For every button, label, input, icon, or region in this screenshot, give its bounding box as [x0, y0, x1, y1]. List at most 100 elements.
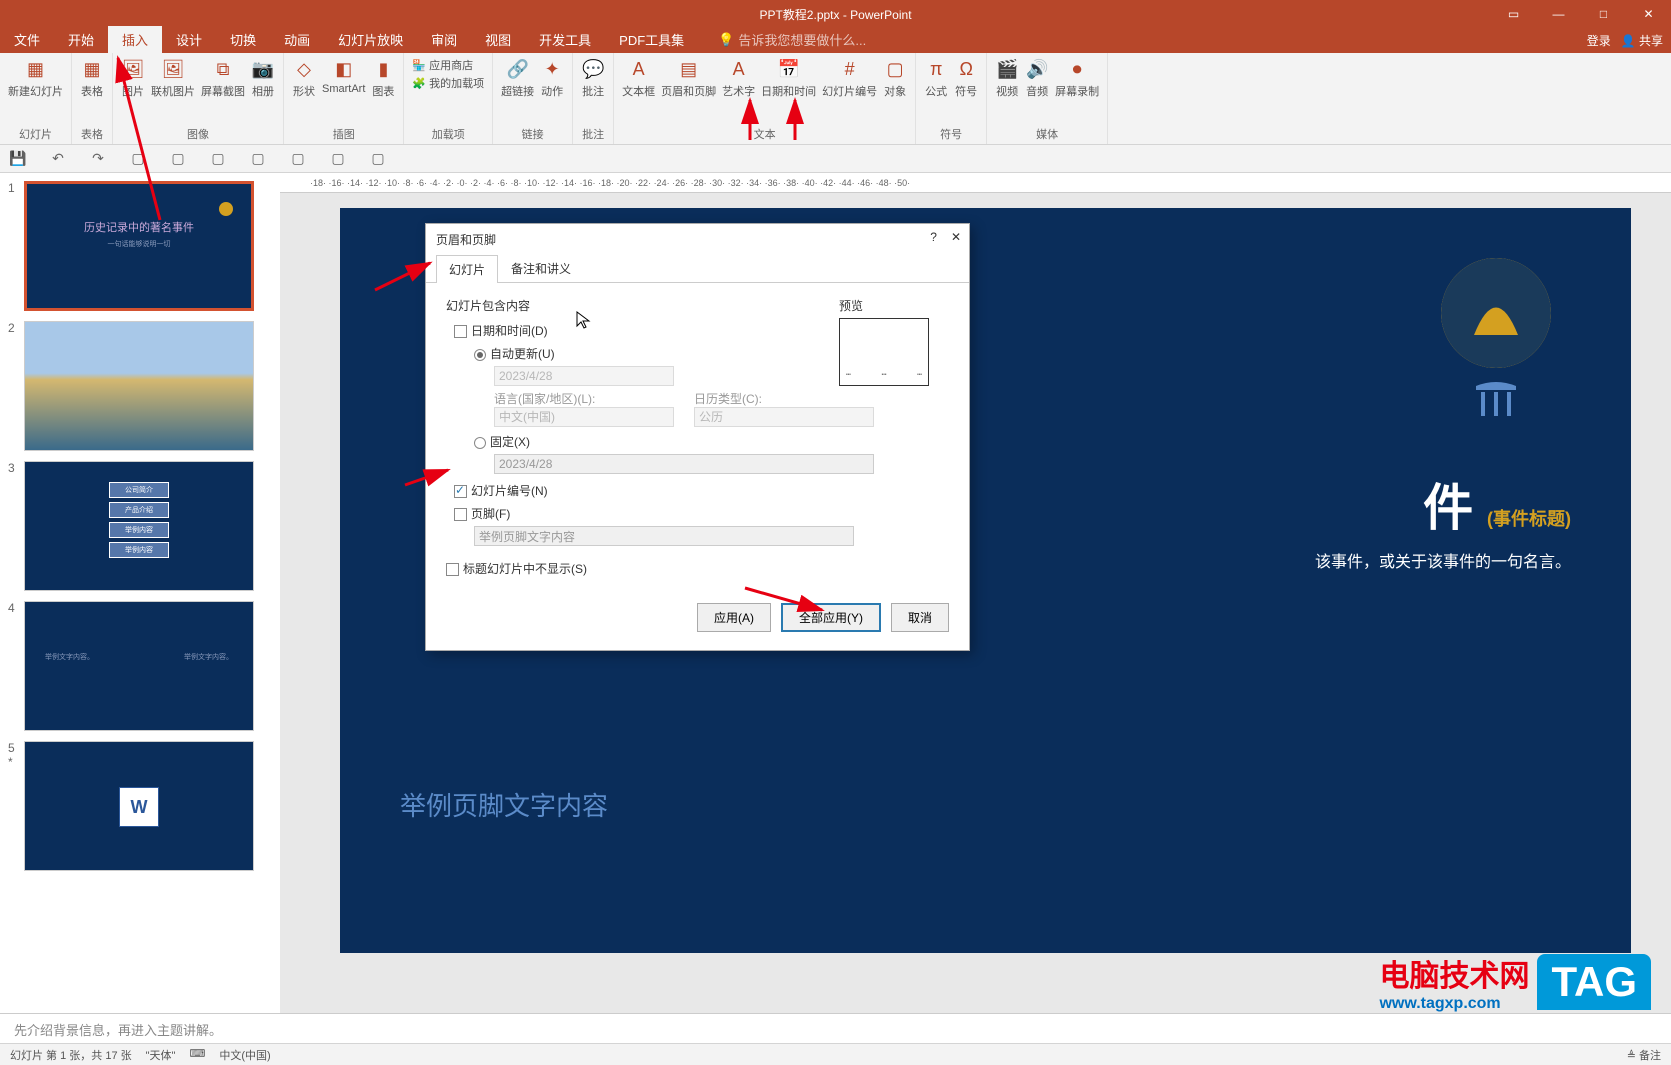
tab-animation[interactable]: 动画	[270, 26, 324, 53]
object-button[interactable]: ▢对象	[883, 57, 907, 99]
slide-panel[interactable]: 1 历史记录中的著名事件 一句话能够说明一切 2 3 公司简介 产品介绍 举例内…	[0, 173, 280, 1013]
undo-icon[interactable]: ↶	[48, 149, 68, 169]
dialog-close-icon[interactable]: ✕	[951, 230, 961, 244]
save-icon[interactable]: 💾	[8, 149, 28, 169]
qat-icon-9[interactable]: ▢	[328, 149, 348, 169]
login-button[interactable]: 登录	[1587, 32, 1611, 49]
pillar-icon	[1471, 378, 1521, 428]
online-picture-icon: 🖼	[161, 57, 185, 81]
dialog-preview-frame: ┅┅┅	[839, 318, 929, 386]
qat-icon-5[interactable]: ▢	[168, 149, 188, 169]
symbol-button[interactable]: Ω符号	[954, 57, 978, 99]
album-button[interactable]: 📷相册	[251, 57, 275, 99]
group-label-media: 媒体	[1036, 126, 1058, 142]
slide-number-checkbox[interactable]: 幻灯片编号(N)	[454, 484, 548, 498]
close-icon[interactable]: ✕	[1626, 0, 1671, 28]
fixed-radio[interactable]: 固定(X)	[474, 435, 530, 449]
online-picture-button[interactable]: 🖼联机图片	[151, 57, 195, 99]
thumb-row-4[interactable]: 4 举例文字内容。 举例文字内容。	[8, 601, 272, 731]
ribbon-group-symbols: π公式 Ω符号 符号	[916, 53, 987, 144]
notes-toggle[interactable]: ≜ 备注	[1627, 1047, 1661, 1063]
dialog-body: 幻灯片包含内容 预览 ┅┅┅ 日期和时间(D) 自动更新(U) 2023/4/2…	[426, 283, 969, 591]
auto-update-radio[interactable]: 自动更新(U)	[474, 347, 555, 361]
table-button[interactable]: ▦表格	[80, 57, 104, 99]
group-label-symbols: 符号	[940, 126, 962, 142]
thumb-3[interactable]: 公司简介 产品介绍 举例内容 举例内容	[24, 461, 254, 591]
tell-me[interactable]: 💡 告诉我您想要做什么...	[718, 30, 866, 53]
symbol-icon: Ω	[954, 57, 978, 81]
fixed-label: 固定(X)	[490, 435, 530, 449]
thumb-row-5[interactable]: 5* W	[8, 741, 272, 871]
screenrec-button[interactable]: ⏺屏幕录制	[1055, 57, 1099, 99]
apply-all-button[interactable]: 全部应用(Y)	[781, 603, 881, 632]
qat-icon-4[interactable]: ▢	[128, 149, 148, 169]
shapes-button[interactable]: ◇形状	[292, 57, 316, 99]
tab-view[interactable]: 视图	[471, 26, 525, 53]
hyperlink-button[interactable]: 🔗超链接	[501, 57, 534, 99]
textbox-label: 文本框	[622, 83, 655, 99]
tab-slideshow[interactable]: 幻灯片放映	[324, 26, 417, 53]
thumb-row-1[interactable]: 1 历史记录中的著名事件 一句话能够说明一切	[8, 181, 272, 311]
datetime-checkbox[interactable]: 日期和时间(D)	[454, 324, 548, 338]
screenshot-button[interactable]: ⧉屏幕截图	[201, 57, 245, 99]
watermark: 电脑技术网 www.tagxp.com TAG	[1379, 951, 1651, 1013]
tab-review[interactable]: 审阅	[417, 26, 471, 53]
ribbon-options-icon[interactable]: ▭	[1491, 0, 1536, 28]
qat-icon-8[interactable]: ▢	[288, 149, 308, 169]
slidenum-button[interactable]: #幻灯片编号	[822, 57, 877, 99]
new-slide-button[interactable]: ▦新建幻灯片	[8, 57, 63, 99]
equation-button[interactable]: π公式	[924, 57, 948, 99]
redo-icon[interactable]: ↷	[88, 149, 108, 169]
group-label-slides: 幻灯片	[19, 126, 52, 142]
thumb-row-2[interactable]: 2	[8, 321, 272, 451]
dialog-tab-notes[interactable]: 备注和讲义	[498, 254, 584, 282]
picture-button[interactable]: 🖼图片	[121, 57, 145, 99]
dialog-tab-slide[interactable]: 幻灯片	[436, 255, 498, 283]
maximize-icon[interactable]: □	[1581, 0, 1626, 28]
qat-icon-6[interactable]: ▢	[208, 149, 228, 169]
word-icon: W	[119, 787, 159, 827]
thumb-5[interactable]: W	[24, 741, 254, 871]
footer-label: 页脚(F)	[471, 507, 510, 521]
qat-icon-10[interactable]: ▢	[368, 149, 388, 169]
smartart-button[interactable]: ◧SmartArt	[322, 57, 365, 95]
album-icon: 📷	[251, 57, 275, 81]
appstore-button[interactable]: 🏪 应用商店	[412, 57, 473, 73]
tab-developer[interactable]: 开发工具	[525, 26, 605, 53]
tab-file[interactable]: 文件	[0, 26, 54, 53]
wordart-button[interactable]: A艺术字	[722, 57, 755, 99]
video-button[interactable]: 🎬视频	[995, 57, 1019, 99]
qat-icon-7[interactable]: ▢	[248, 149, 268, 169]
header-footer-button[interactable]: ▤页眉和页脚	[661, 57, 716, 99]
minimize-icon[interactable]: —	[1536, 0, 1581, 28]
apply-button[interactable]: 应用(A)	[697, 603, 771, 632]
thumb-4[interactable]: 举例文字内容。 举例文字内容。	[24, 601, 254, 731]
dialog-help-icon[interactable]: ?	[930, 230, 937, 244]
notes-area[interactable]: 先介绍背景信息，再进入主题讲解。	[0, 1013, 1671, 1043]
hide-title-checkbox[interactable]: 标题幻灯片中不显示(S)	[446, 562, 587, 576]
textbox-button[interactable]: A文本框	[622, 57, 655, 99]
myaddins-button[interactable]: 🧩 我的加载项	[412, 75, 484, 91]
thumb-1[interactable]: 历史记录中的著名事件 一句话能够说明一切	[24, 181, 254, 311]
datetime-button[interactable]: 📅日期和时间	[761, 57, 816, 99]
thumb-3-btn-2: 产品介绍	[109, 502, 169, 518]
share-button[interactable]: 👤 共享	[1621, 32, 1663, 49]
thumb-2[interactable]	[24, 321, 254, 451]
thumb-row-3[interactable]: 3 公司简介 产品介绍 举例内容 举例内容	[8, 461, 272, 591]
smartart-icon: ◧	[332, 57, 356, 81]
tab-transition[interactable]: 切换	[216, 26, 270, 53]
footer-checkbox[interactable]: 页脚(F)	[454, 507, 510, 521]
tab-insert[interactable]: 插入	[108, 26, 162, 53]
action-button[interactable]: ✦动作	[540, 57, 564, 99]
tab-home[interactable]: 开始	[54, 26, 108, 53]
lightbulb-icon: 💡	[718, 32, 734, 48]
chart-button[interactable]: ▮图表	[371, 57, 395, 99]
datetime-label: 日期和时间(D)	[471, 324, 548, 338]
footer-input	[474, 526, 854, 546]
comment-button[interactable]: 💬批注	[581, 57, 605, 99]
header-footer-icon: ▤	[677, 57, 701, 81]
cancel-button[interactable]: 取消	[891, 603, 949, 632]
tab-pdf[interactable]: PDF工具集	[605, 26, 698, 53]
audio-button[interactable]: 🔊音频	[1025, 57, 1049, 99]
tab-design[interactable]: 设计	[162, 26, 216, 53]
